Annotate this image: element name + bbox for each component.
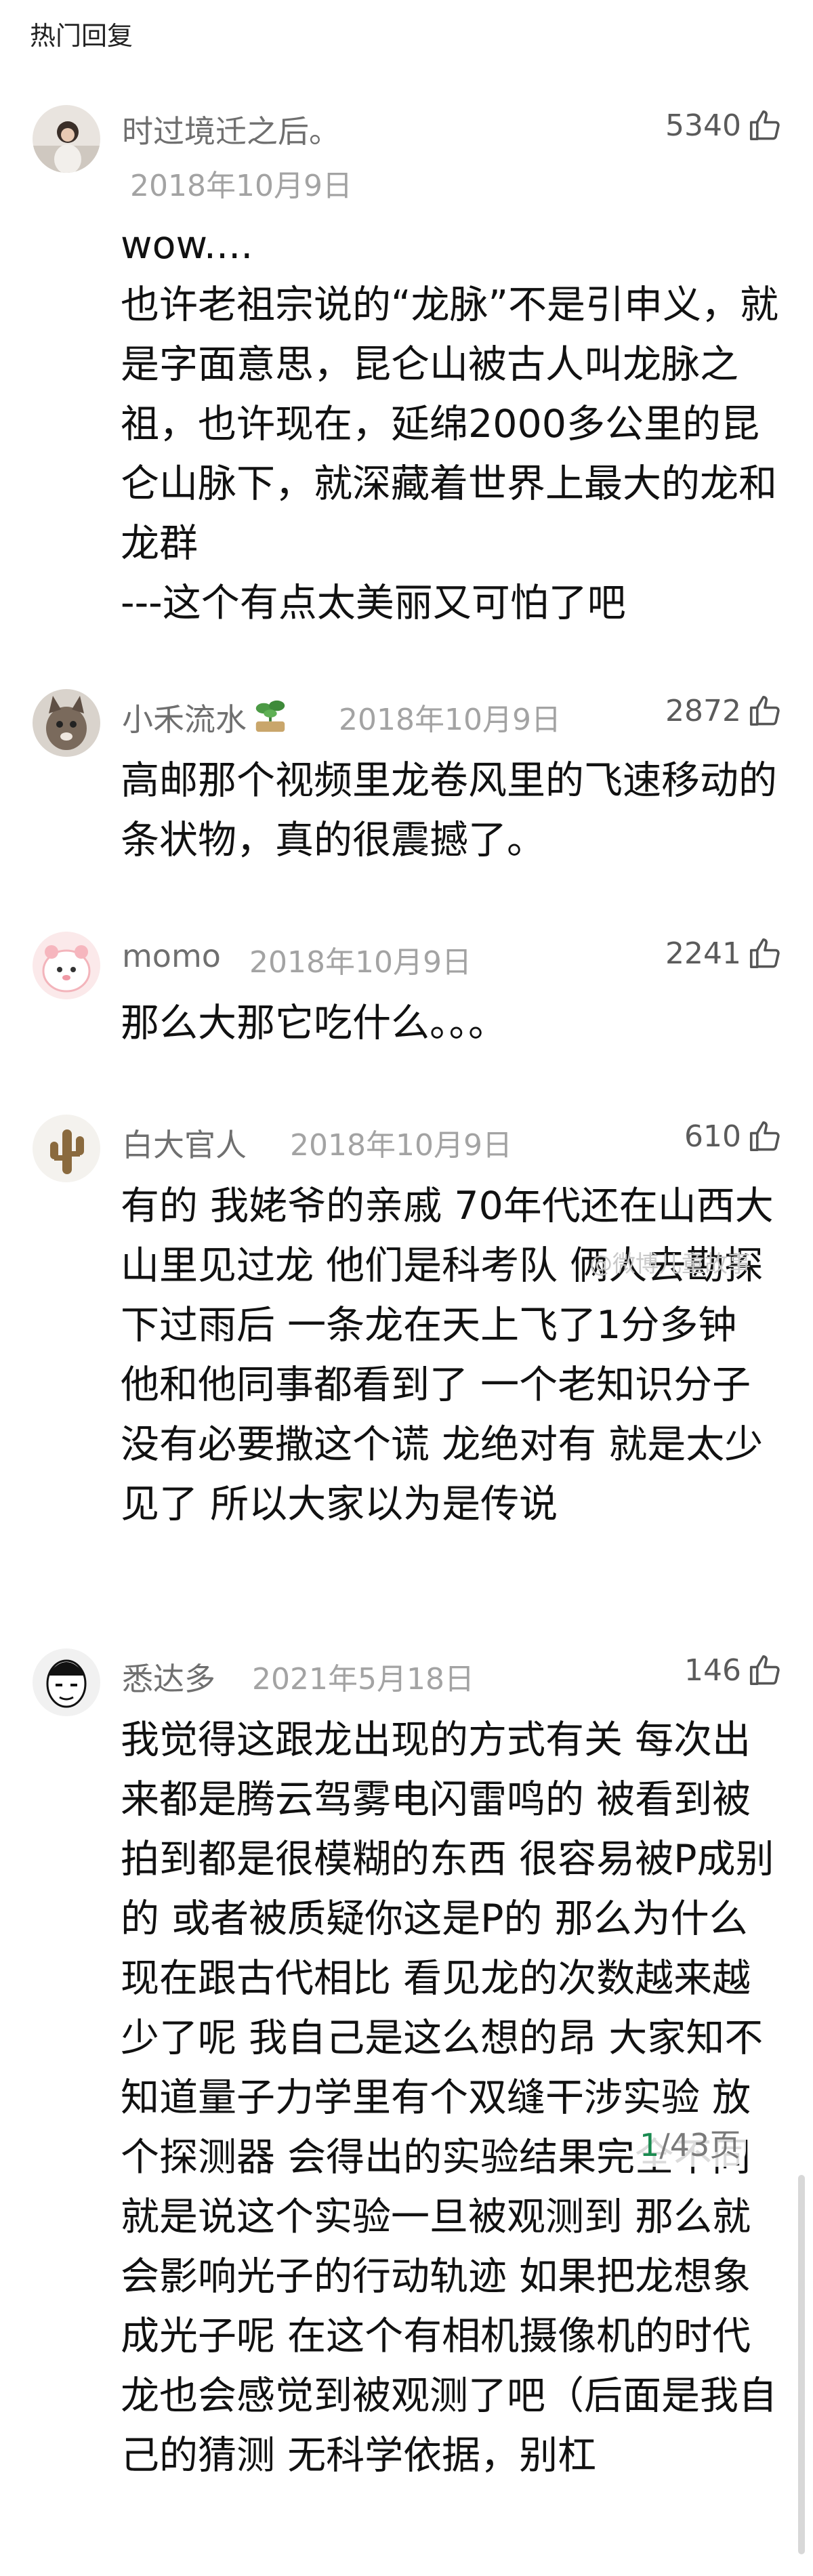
thumbs-up-icon: [749, 110, 780, 141]
comment-date: 2021年5月18日: [252, 1662, 474, 1697]
scrollbar[interactable]: [798, 2175, 805, 2554]
page-total: /43页: [659, 2127, 741, 2163]
comment-date: 2018年10月9日: [249, 945, 472, 980]
plant-badge-icon: [255, 700, 285, 732]
username[interactable]: 小禾流水: [122, 695, 290, 740]
thumbs-up-icon: [749, 1121, 780, 1152]
avatar[interactable]: [33, 689, 100, 757]
page-current: 1: [640, 2127, 660, 2163]
avatar[interactable]: [33, 1648, 100, 1716]
like-button[interactable]: 610: [684, 1118, 783, 1155]
comment-text: 高邮那个视频里龙卷风里的飞速移动的条状物，真的很震撼了。: [121, 758, 777, 863]
like-count: 610: [684, 1119, 741, 1154]
comment-text: 有的 我姥爷的亲戚 70年代还在山西大山里见过龙 他们是科考队 俩人去勘探 下过…: [121, 1184, 776, 1526]
username[interactable]: 悉达多: [122, 1655, 215, 1699]
avatar[interactable]: [33, 105, 100, 173]
avatar[interactable]: [33, 1115, 100, 1182]
comment-date: 2018年10月9日: [339, 703, 561, 737]
username-label: 小禾流水: [122, 701, 247, 738]
like-count: 2872: [665, 693, 741, 728]
watermark: @微博儿童故事: [589, 1251, 751, 1278]
like-button[interactable]: 5340: [665, 107, 783, 144]
like-count: 2241: [665, 936, 741, 971]
comment-text: 我觉得这跟龙出现的方式有关 每次出来都是腾云驾雾电闪雷鸣的 被看到被拍到都是很模…: [121, 1718, 777, 2478]
like-button[interactable]: 146: [684, 1652, 783, 1688]
like-button[interactable]: 2872: [665, 692, 783, 729]
comment-date: 2018年10月9日: [130, 169, 352, 203]
like-count: 5340: [665, 108, 741, 143]
comment-text: 那么大那它吃什么。。。: [121, 1001, 507, 1045]
username[interactable]: momo: [122, 938, 221, 974]
like-button[interactable]: 2241: [665, 935, 783, 972]
comment-text: wow.... 也许老祖宗说的“龙脉”不是引申义，就是字面意思，昆仑山被古人叫龙…: [121, 223, 779, 625]
section-title: 热门回复: [30, 21, 133, 51]
like-count: 146: [684, 1653, 741, 1688]
thumbs-up-icon: [749, 938, 780, 969]
comment-date: 2018年10月9日: [290, 1128, 512, 1163]
page-indicator[interactable]: 1/43页: [634, 2119, 747, 2167]
avatar[interactable]: [33, 932, 100, 999]
username[interactable]: 白大官人: [122, 1121, 247, 1165]
username[interactable]: 时过境迁之后。: [122, 107, 340, 152]
thumbs-up-icon: [749, 695, 780, 726]
thumbs-up-icon: [749, 1655, 780, 1686]
